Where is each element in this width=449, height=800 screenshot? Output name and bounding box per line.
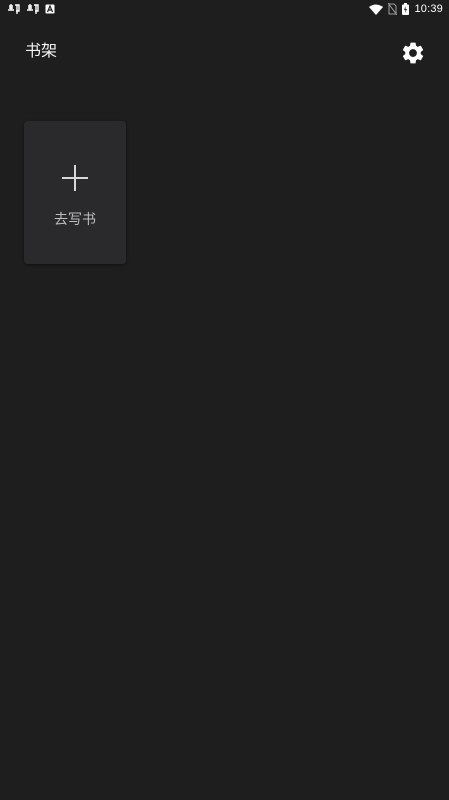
status-time: 10:39 (414, 3, 443, 15)
status-right-icons: 10:39 (369, 3, 443, 15)
bug-notification-icon (7, 3, 21, 15)
plus-icon (61, 164, 89, 192)
settings-button[interactable] (399, 41, 427, 69)
battery-icon (402, 3, 410, 15)
gear-icon (400, 40, 426, 70)
wifi-icon (369, 4, 384, 15)
status-left-icons (7, 3, 55, 15)
page-title: 书架 (25, 41, 58, 60)
new-book-card[interactable]: 去写书 (24, 121, 126, 264)
new-book-label: 去写书 (54, 212, 96, 228)
bug-notification-icon (26, 3, 40, 15)
font-a-icon (45, 4, 55, 14)
no-sim-icon (388, 3, 398, 15)
status-bar: 10:39 (0, 0, 449, 18)
